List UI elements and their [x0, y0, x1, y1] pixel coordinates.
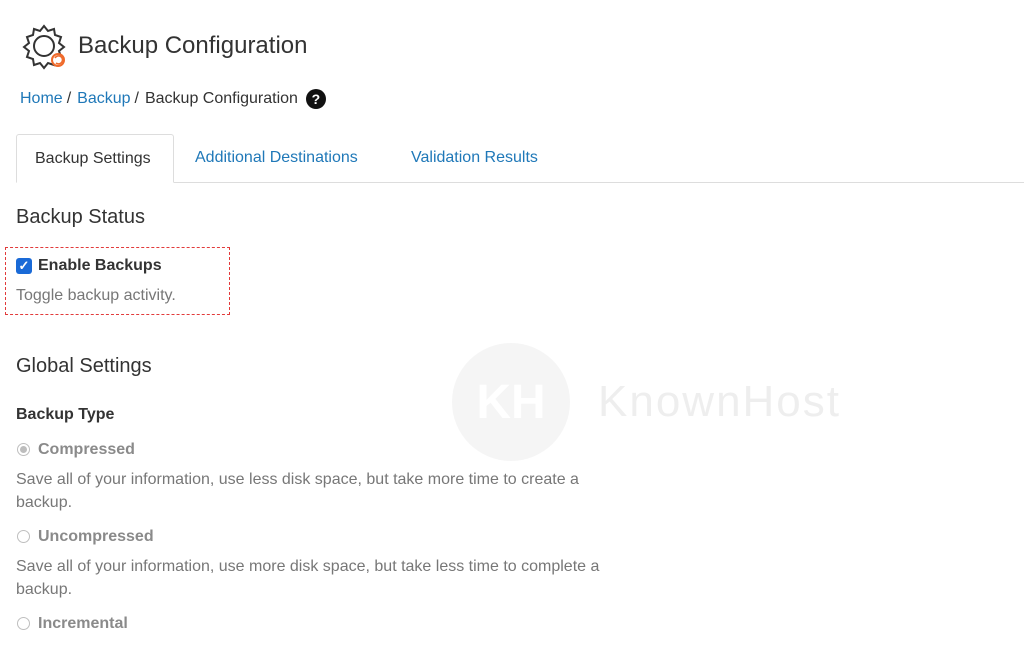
breadcrumb: Home / Backup / Backup Configuration ? — [20, 89, 326, 109]
compressed-help-line2: backup. — [16, 494, 73, 511]
incremental-radio[interactable] — [17, 617, 30, 630]
breadcrumb-home-link[interactable]: Home — [20, 90, 63, 108]
breadcrumb-separator: / — [134, 90, 139, 107]
page-title: Backup Configuration — [78, 32, 308, 59]
uncompressed-help-line1: Save all of your information, use more d… — [16, 558, 600, 575]
breadcrumb-backup-link[interactable]: Backup — [77, 90, 130, 108]
breadcrumb-current: Backup Configuration — [144, 90, 298, 107]
knownhost-logo-text: KnownHost — [598, 377, 842, 426]
knownhost-logo-mark: KH — [452, 343, 570, 461]
compressed-radio[interactable] — [17, 443, 30, 456]
compressed-label[interactable]: Compressed — [38, 441, 135, 459]
uncompressed-label[interactable]: Uncompressed — [38, 528, 154, 546]
uncompressed-help-line2: backup. — [16, 581, 73, 598]
enable-backups-label[interactable]: Enable Backups — [38, 257, 162, 275]
uncompressed-radio[interactable] — [17, 530, 30, 543]
help-icon[interactable]: ? — [305, 89, 326, 109]
enable-backups-checkbox[interactable]: ✓ — [16, 258, 32, 274]
incremental-label[interactable]: Incremental — [38, 615, 128, 633]
compressed-help-line1: Save all of your information, use less d… — [16, 471, 579, 488]
knownhost-watermark: KH KnownHost — [452, 343, 841, 461]
tab-backup-settings[interactable]: Backup Settings — [16, 134, 174, 183]
breadcrumb-separator: / — [66, 90, 72, 107]
global-settings-heading: Global Settings — [16, 355, 152, 377]
backup-type-label: Backup Type — [16, 406, 115, 423]
page-header: Backup Configuration — [20, 22, 307, 70]
enable-backups-help: Toggle backup activity. — [16, 287, 176, 304]
tab-validation-results[interactable]: Validation Results — [393, 134, 556, 182]
backup-status-heading: Backup Status — [16, 206, 145, 228]
backup-gear-icon — [22, 24, 66, 70]
tab-additional-destinations[interactable]: Additional Destinations — [177, 134, 376, 182]
tab-bar: Backup Settings Additional Destinations … — [16, 134, 1024, 183]
